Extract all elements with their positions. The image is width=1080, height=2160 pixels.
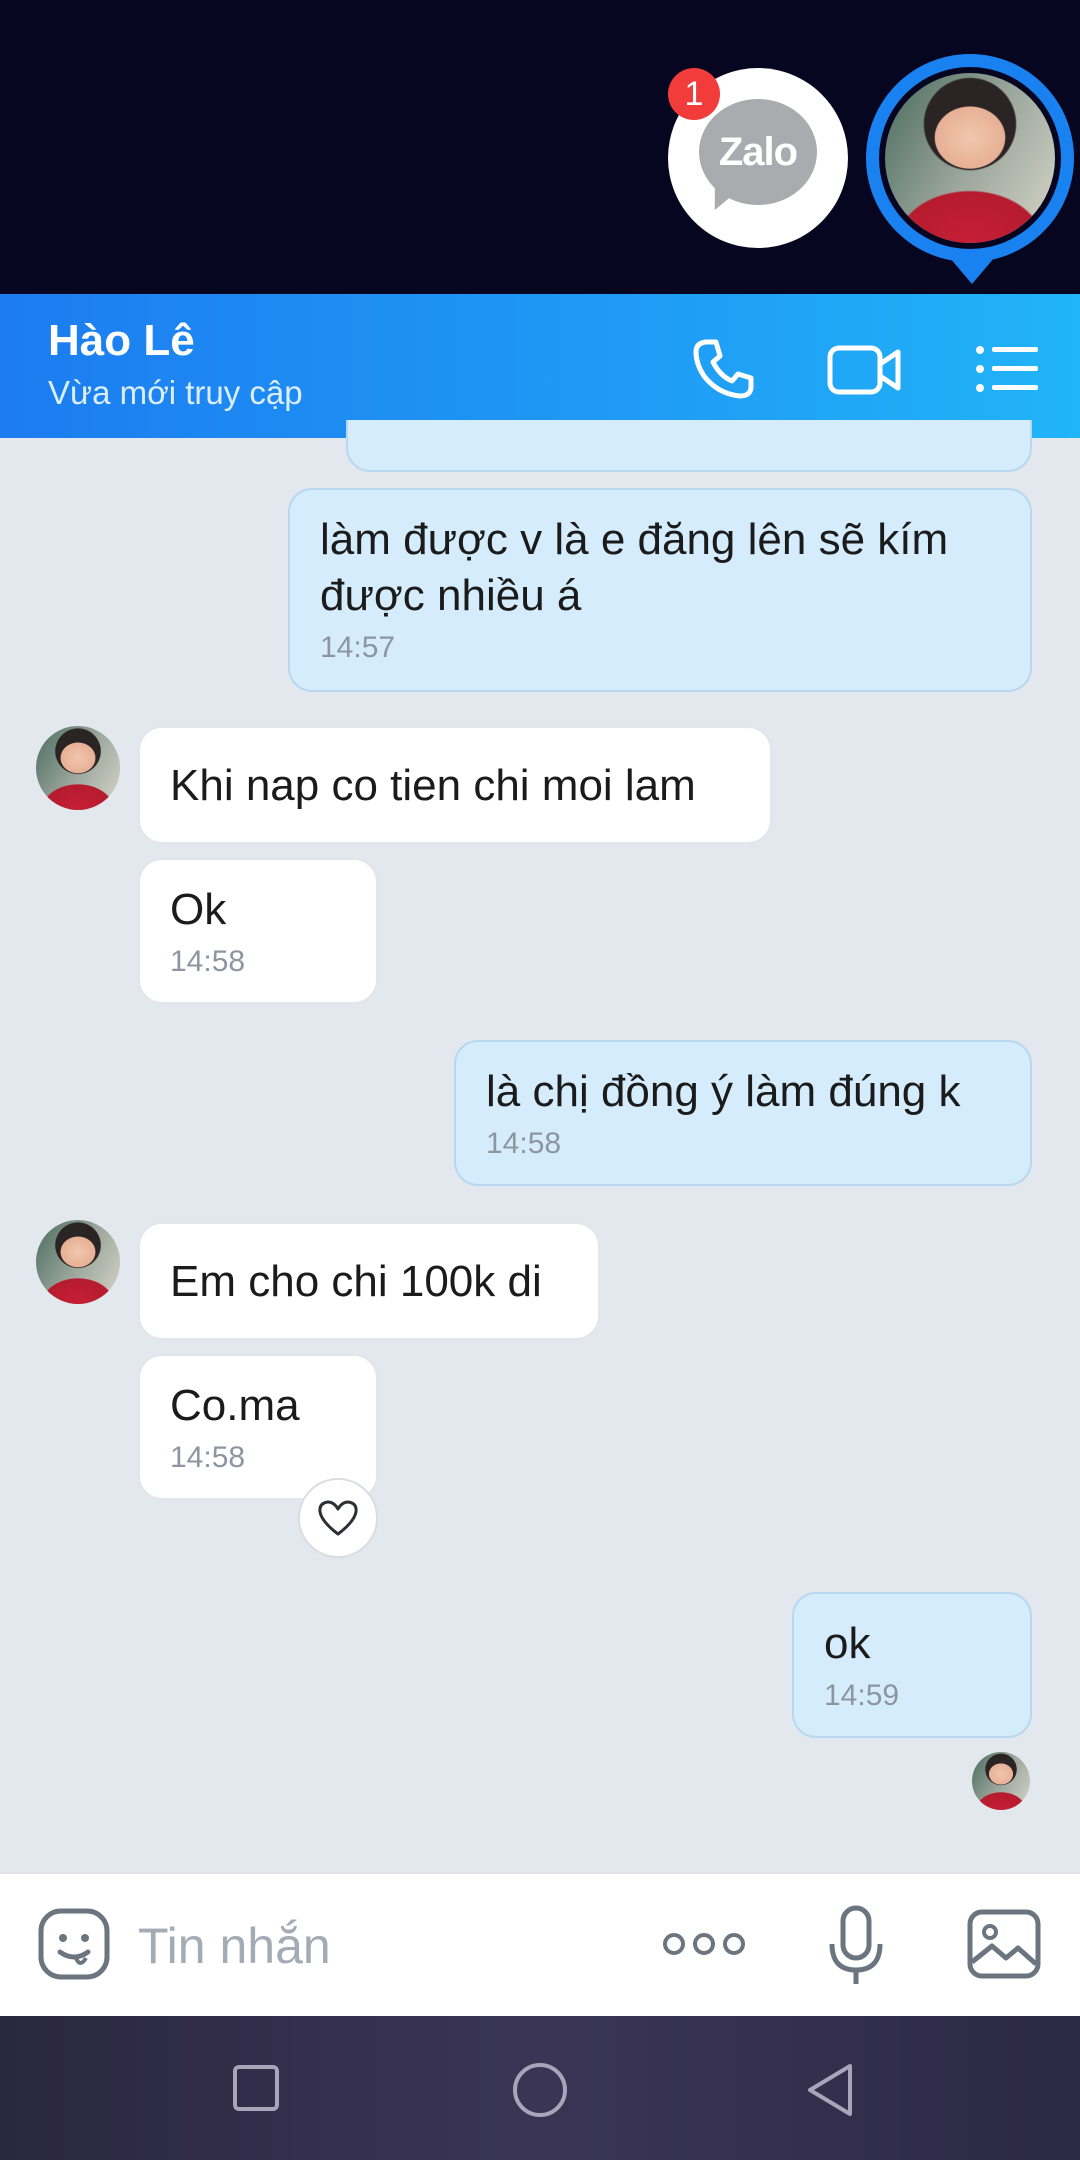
image-icon[interactable] bbox=[966, 1908, 1042, 1980]
message-time: 14:58 bbox=[170, 945, 246, 978]
contact-chat-head-avatar bbox=[885, 73, 1055, 243]
more-icon[interactable] bbox=[660, 1922, 748, 1966]
menu-list-icon[interactable] bbox=[972, 334, 1042, 404]
heart-icon bbox=[318, 1500, 358, 1536]
video-call-icon[interactable] bbox=[826, 334, 901, 404]
message-bubble-sent[interactable]: làm được v là e đăng lên sẽ kím được nhi… bbox=[288, 488, 1032, 692]
message-time: 14:58 bbox=[170, 1441, 246, 1474]
sticker-icon[interactable] bbox=[36, 1906, 112, 1982]
message-time: 14:59 bbox=[824, 1679, 900, 1712]
message-bubble-received[interactable]: Khi nap co tien chi moi lam bbox=[138, 726, 772, 844]
message-bubble-partial bbox=[346, 420, 1032, 472]
contact-name[interactable]: Hào Lê bbox=[48, 316, 195, 366]
react-heart-button[interactable] bbox=[298, 1478, 378, 1558]
message-bubble-received[interactable]: Ok 14:58 bbox=[138, 858, 378, 1004]
message-bubble-sent[interactable]: ok 14:59 bbox=[792, 1592, 1032, 1738]
message-text: Ok bbox=[170, 885, 227, 934]
chat-head-pointer bbox=[950, 258, 994, 284]
message-time: 14:58 bbox=[486, 1127, 562, 1160]
message-text: làm được v là e đăng lên sẽ kím được nhi… bbox=[320, 515, 949, 620]
zalo-logo: Zalo bbox=[698, 99, 817, 217]
message-text: là chị đồng ý làm đúng k bbox=[486, 1067, 961, 1116]
notification-badge: 1 bbox=[668, 68, 720, 120]
message-input[interactable] bbox=[136, 1908, 640, 1984]
message-text: Co.ma bbox=[170, 1381, 300, 1430]
contact-status: Vừa mới truy cập bbox=[48, 374, 303, 411]
phone-icon[interactable] bbox=[688, 334, 758, 404]
home-icon[interactable] bbox=[510, 2060, 570, 2120]
contact-avatar[interactable] bbox=[36, 1220, 120, 1304]
message-bubble-sent[interactable]: là chị đồng ý làm đúng k 14:58 bbox=[454, 1040, 1032, 1186]
contact-avatar[interactable] bbox=[36, 726, 120, 810]
zalo-logo-text: Zalo bbox=[699, 99, 817, 205]
message-text: Khi nap co tien chi moi lam bbox=[170, 761, 696, 810]
message-text: ok bbox=[824, 1619, 871, 1668]
recent-apps-icon[interactable] bbox=[232, 2064, 280, 2112]
message-bubble-received[interactable]: Em cho chi 100k di bbox=[138, 1222, 600, 1340]
back-icon[interactable] bbox=[804, 2062, 856, 2118]
message-time: 14:57 bbox=[320, 631, 396, 664]
message-text: Em cho chi 100k di bbox=[170, 1257, 542, 1306]
seen-indicator-avatar bbox=[972, 1752, 1030, 1810]
microphone-icon[interactable] bbox=[826, 1904, 886, 1988]
